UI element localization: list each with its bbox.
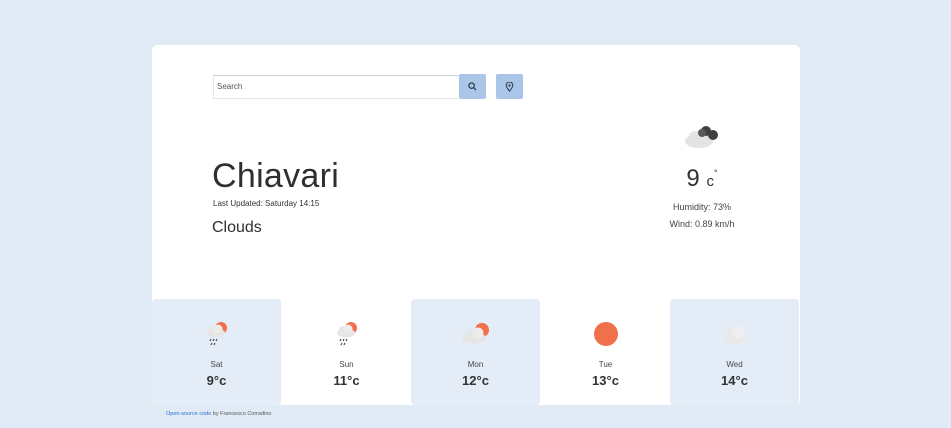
city-name: Chiavari <box>212 157 340 195</box>
wind-speed: Wind: 0.89 km/h <box>669 219 735 229</box>
sun-icon <box>593 322 618 346</box>
cloud-icon <box>721 325 748 344</box>
humidity: Humidity: 73% <box>672 202 732 212</box>
forecast-day: Wed 14°c <box>670 299 799 405</box>
forecast-day: Tue 13°c <box>541 299 670 405</box>
forecast-temperature: 9°c <box>206 373 227 388</box>
last-updated: Last Updated: Saturday 14:15 <box>213 199 320 208</box>
footer: Open-source code by Francesco Corradino <box>166 411 271 417</box>
forecast-day: Sat 9°c <box>152 299 281 405</box>
forecast-day-name: Wed <box>726 360 743 369</box>
footer-author: by Francesco Corradino <box>211 411 272 417</box>
forecast-temperature: 12°c <box>462 373 489 388</box>
dark-cloud-icon <box>685 126 718 148</box>
forecast-day-name: Tue <box>598 360 613 369</box>
search-input[interactable] <box>213 74 459 99</box>
rain-sun-cloud-icon <box>206 322 227 346</box>
location-icon <box>505 81 514 92</box>
temperature-unit: c <box>706 173 714 190</box>
forecast-day: Mon 12°c <box>411 299 540 405</box>
forecast-temperature: 13°c <box>592 373 619 388</box>
current-weather: 9 c° Humidity: 73% Wind: 0.89 km/h <box>637 121 767 233</box>
forecast-day-name: Sat <box>210 360 223 369</box>
rain-sun-cloud-icon <box>336 322 357 346</box>
current-temperature: 9 c° <box>686 165 718 192</box>
search-button[interactable] <box>459 74 486 99</box>
location-button[interactable] <box>496 74 523 99</box>
weather-description: Clouds <box>212 219 262 236</box>
search-bar <box>213 74 523 99</box>
sun-cloud-icon <box>461 323 489 344</box>
degree-symbol: ° <box>713 168 718 178</box>
forecast-temperature: 11°c <box>333 373 360 388</box>
search-icon <box>468 82 477 91</box>
forecast-day-name: Mon <box>467 360 484 369</box>
forecast-temperature: 14°c <box>721 373 748 388</box>
forecast-day-name: Sun <box>339 360 354 369</box>
forecast-day: Sun 11°c <box>282 299 411 405</box>
forecast-row: Sat 9°c Sun 11°c Mon 12°c Tue 13°c Wed 1… <box>152 299 800 405</box>
source-code-link[interactable]: Open-source code <box>166 411 211 417</box>
